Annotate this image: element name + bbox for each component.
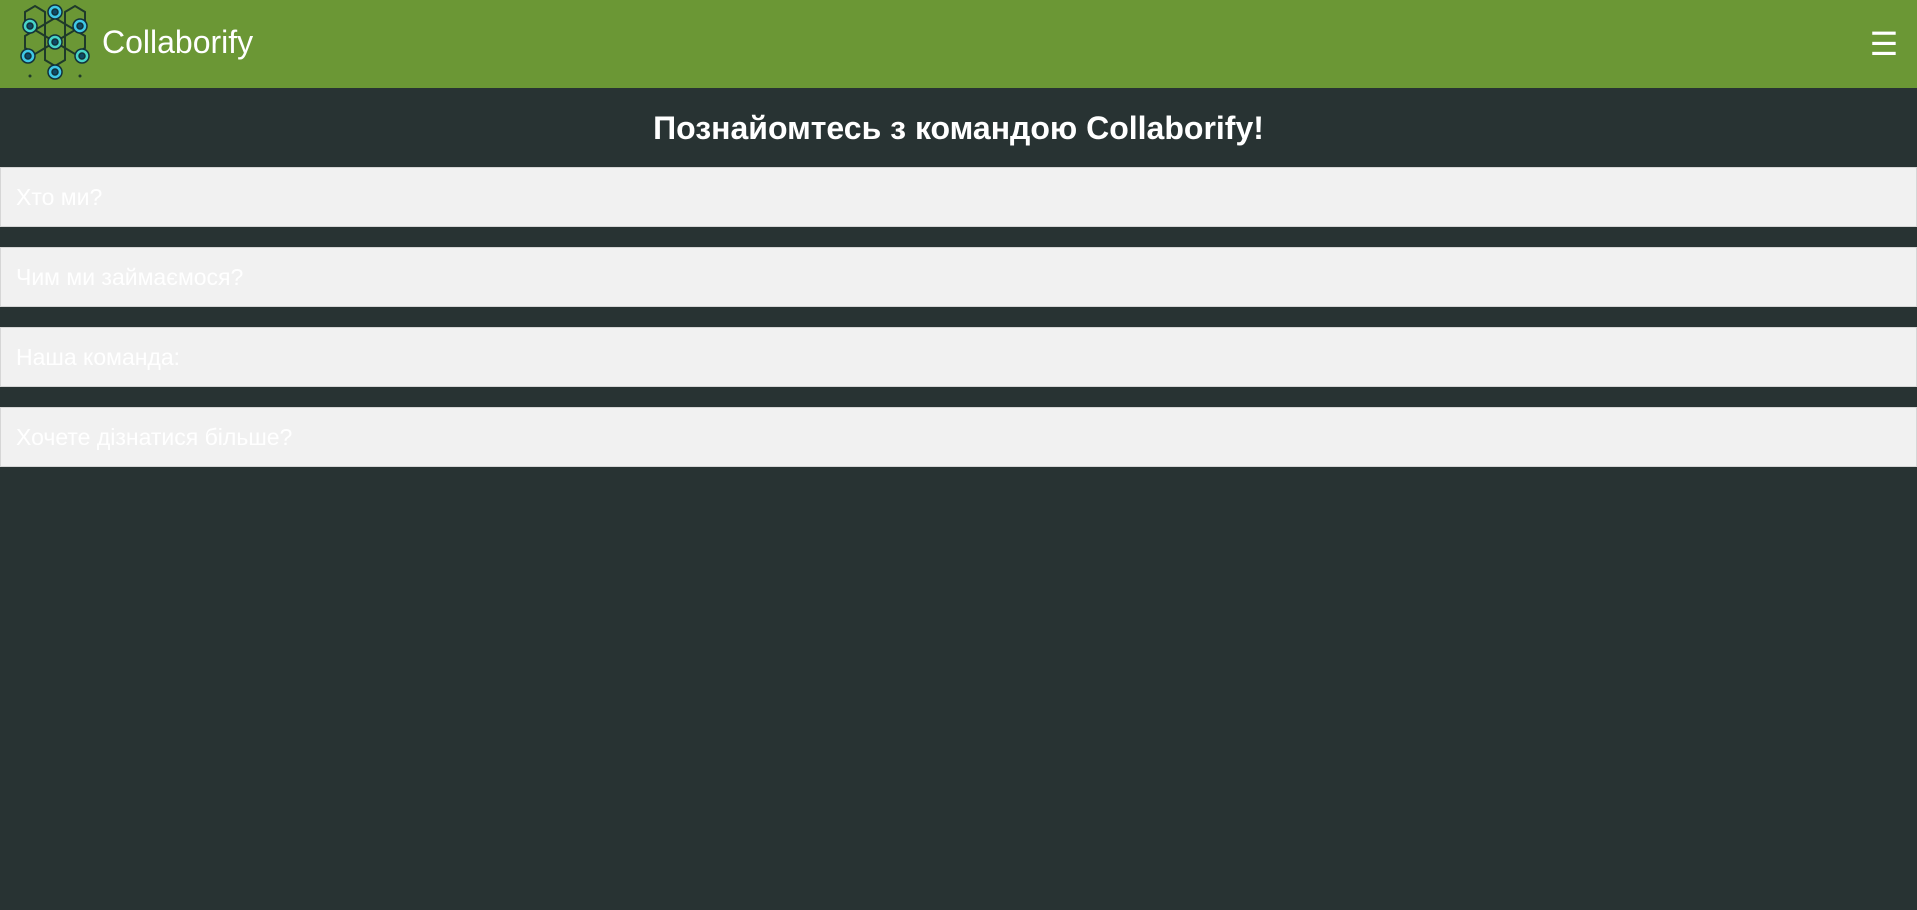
accordion-learn-more[interactable]: Хочете дізнатися більше? <box>0 407 1917 467</box>
top-header: Collaborify ☰ <box>0 0 1917 88</box>
accordion-who-we-are[interactable]: Хто ми? <box>0 167 1917 227</box>
accordion-our-team[interactable]: Наша команда: <box>0 327 1917 387</box>
page-title: Познайомтесь з командою Collaborify! <box>653 110 1264 146</box>
hamburger-menu-icon[interactable]: ☰ <box>1869 24 1899 64</box>
logo-icon[interactable] <box>18 4 92 82</box>
accordion-what-we-do[interactable]: Чим ми займаємося? <box>0 247 1917 307</box>
brand-name[interactable]: Collaborify <box>102 22 253 62</box>
